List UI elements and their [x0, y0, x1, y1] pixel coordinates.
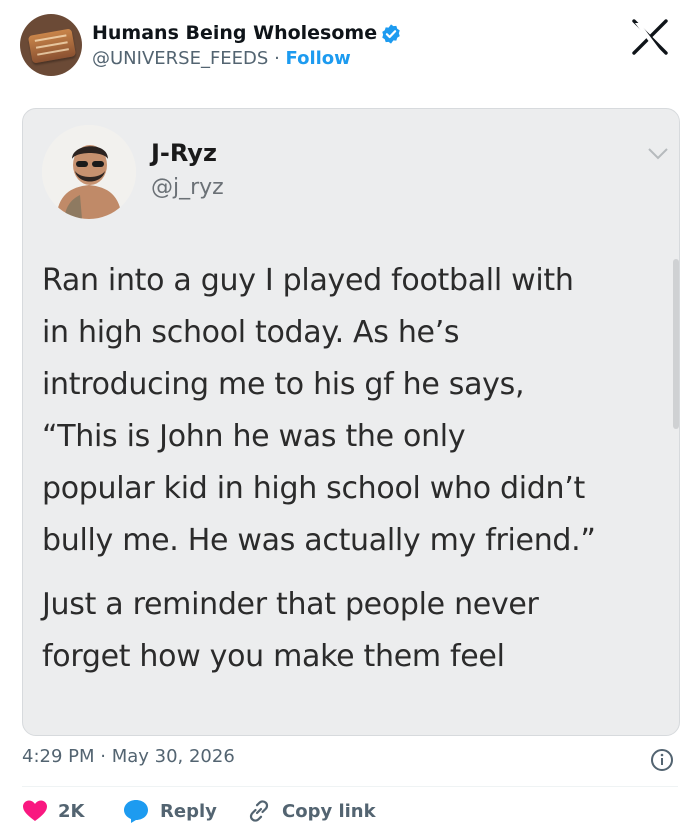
heart-icon	[23, 800, 47, 821]
speech-bubble-icon	[124, 800, 148, 823]
tweet-line: forget how you make them feel	[42, 639, 505, 674]
wooden-plaque-image	[27, 28, 77, 64]
tweet-line: Ran into a guy I played football with	[42, 263, 574, 298]
timestamp[interactable]: 4:29 PM · May 30, 2026	[22, 746, 235, 767]
tweet-line: Just a reminder that people never	[42, 587, 539, 622]
scrollbar	[673, 259, 679, 429]
tweet-line: in high school today. As he’s	[42, 315, 460, 350]
separator-dot: ·	[274, 48, 280, 69]
embedded-tweet-screenshot[interactable]: J-Ryz @j_ryz Ran into a guy I played foo…	[22, 108, 680, 736]
reply-label: Reply	[160, 800, 217, 822]
link-icon	[249, 800, 269, 822]
account-handle-line: @UNIVERSE_FEEDS · Follow	[92, 48, 351, 69]
account-name[interactable]: Humans Being Wholesome	[92, 22, 377, 44]
action-bar: 2K Reply Copy link	[22, 796, 678, 826]
account-avatar[interactable]	[20, 14, 82, 76]
chevron-down-icon	[648, 148, 668, 160]
info-icon[interactable]	[650, 748, 674, 772]
copy-link-button[interactable]: Copy link	[246, 796, 376, 826]
x-logo-icon[interactable]	[630, 18, 670, 56]
account-handle[interactable]: @UNIVERSE_FEEDS	[92, 48, 268, 69]
follow-button[interactable]: Follow	[286, 48, 351, 69]
author-handle: @j_ryz	[151, 175, 224, 200]
tweet-line: introducing me to his gf he says,	[42, 367, 525, 402]
tweet-line: “This is John he was the only	[42, 419, 466, 454]
tweet-text: Ran into a guy I played football with in…	[42, 255, 668, 683]
like-button[interactable]: 2K	[22, 796, 84, 826]
tweet-line: bully me. He was actually my friend.”	[42, 523, 596, 558]
tweet-line: popular kid in high school who didn’t	[42, 471, 585, 506]
reply-button[interactable]: Reply	[122, 796, 217, 826]
copy-link-label: Copy link	[282, 800, 376, 822]
embed-header: Humans Being Wholesome @UNIVERSE_FEEDS ·…	[0, 0, 700, 100]
author-photo-image	[42, 125, 136, 219]
verified-badge-icon	[382, 24, 400, 44]
author-name: J-Ryz	[151, 139, 217, 167]
like-count: 2K	[58, 800, 85, 822]
divider	[22, 786, 678, 787]
author-avatar	[42, 125, 136, 219]
